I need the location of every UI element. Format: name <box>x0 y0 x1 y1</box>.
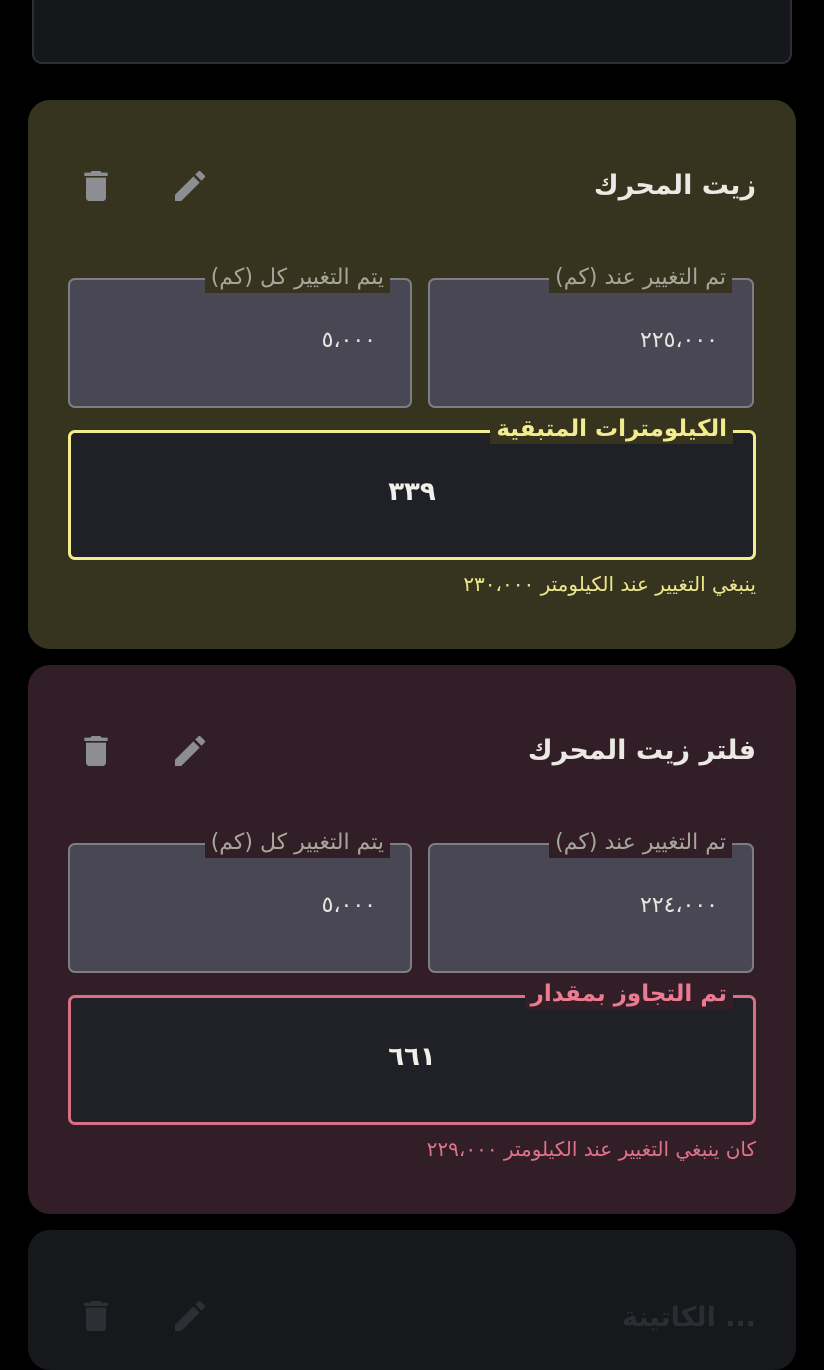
remaining-km-field: الكيلومترات المتبقية ٣٣٩ <box>68 414 756 560</box>
changed-at-field[interactable]: تم التغيير عند (كم) ٢٢٤،٠٠٠ <box>428 828 754 973</box>
maintenance-card-oil-filter: فلتر زيت المحرك تم التغيير عند (كم) ٢٢٤،… <box>28 665 796 1214</box>
trash-icon[interactable] <box>76 166 116 206</box>
helper-text: كان ينبغي التغيير عند الكيلومتر ٢٢٩،٠٠٠ <box>426 1137 756 1161</box>
overdue-km-value: ٦٦١ <box>388 1042 436 1072</box>
remaining-km-label: الكيلومترات المتبقية <box>490 414 733 444</box>
overdue-km-label: تم التجاوز بمقدار <box>524 979 733 1009</box>
card-title: ... الكاتينة <box>622 1302 756 1333</box>
interval-label: يتم التغيير كل (كم) <box>204 263 390 293</box>
maintenance-card-next: ... الكاتينة <box>28 1230 796 1370</box>
card-title: فلتر زيت المحرك <box>527 735 756 766</box>
helper-text: ينبغي التغيير عند الكيلومتر ٢٣٠،٠٠٠ <box>463 572 756 596</box>
interval-field[interactable]: يتم التغيير كل (كم) ٥،٠٠٠ <box>68 828 412 973</box>
changed-at-field[interactable]: تم التغيير عند (كم) ٢٢٥،٠٠٠ <box>428 263 754 408</box>
previous-card <box>32 0 792 64</box>
interval-label: يتم التغيير كل (كم) <box>204 828 390 858</box>
pencil-icon[interactable] <box>170 166 210 206</box>
pencil-icon[interactable] <box>170 1296 210 1336</box>
changed-at-label: تم التغيير عند (كم) <box>549 828 732 858</box>
card-title: زيت المحرك <box>593 170 756 201</box>
trash-icon[interactable] <box>76 1296 116 1336</box>
interval-field[interactable]: يتم التغيير كل (كم) ٥،٠٠٠ <box>68 263 412 408</box>
overdue-km-field: تم التجاوز بمقدار ٦٦١ <box>68 979 756 1125</box>
remaining-km-value: ٣٣٩ <box>388 477 436 507</box>
trash-icon[interactable] <box>76 731 116 771</box>
interval-value: ٥،٠٠٠ <box>321 328 376 353</box>
changed-at-label: تم التغيير عند (كم) <box>549 263 732 293</box>
interval-value: ٥،٠٠٠ <box>321 893 376 918</box>
pencil-icon[interactable] <box>170 731 210 771</box>
changed-at-value: ٢٢٤،٠٠٠ <box>640 893 718 918</box>
maintenance-card-engine-oil: زيت المحرك تم التغيير عند (كم) ٢٢٥،٠٠٠ ي… <box>28 100 796 649</box>
changed-at-value: ٢٢٥،٠٠٠ <box>640 328 718 353</box>
